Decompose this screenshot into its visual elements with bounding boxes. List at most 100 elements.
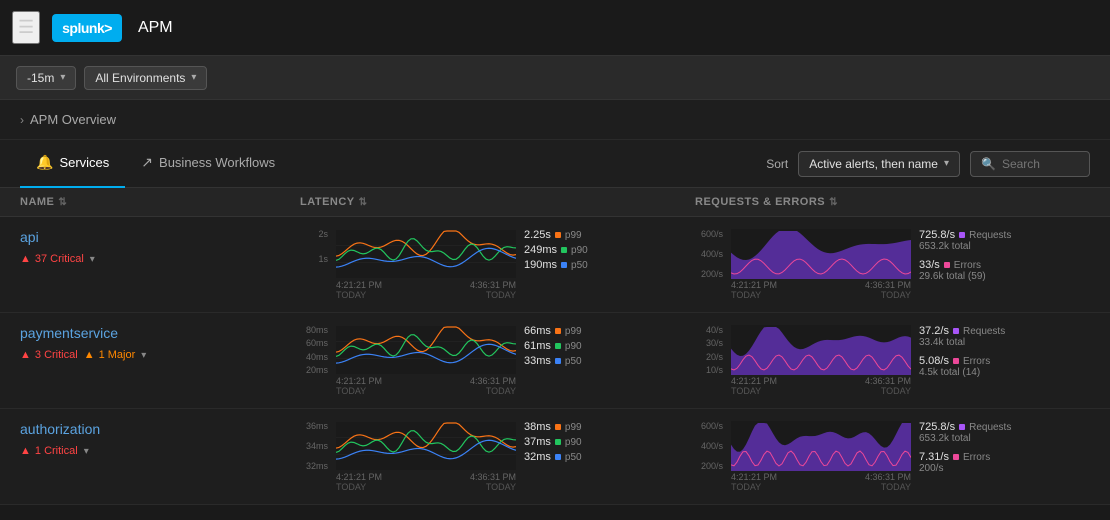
latency-x-axis: 4:21:21 PM4:36:31 PM xyxy=(336,472,516,482)
latency-col: 80ms60ms40ms20ms 4:21:21 PM4:36:31 PMTODA… xyxy=(300,325,695,396)
latency-chart-svg xyxy=(336,421,516,471)
service-name[interactable]: authorization xyxy=(20,421,300,437)
critical-icon: ▲ xyxy=(20,445,31,457)
metric-dot xyxy=(555,439,561,445)
breadcrumb: › APM Overview xyxy=(0,100,1110,140)
content-area: › APM Overview 🔔 Services ↗ Business Wor… xyxy=(0,100,1110,505)
col-header-latency: LATENCY ⇅ xyxy=(300,196,695,208)
breadcrumb-link[interactable]: APM Overview xyxy=(30,112,116,127)
table-row: api ▲ 37 Critical ▾ 2s1s4:21:21 PM4:36:31 PM… xyxy=(0,217,1110,313)
metric-row-p99: 66ms p99 xyxy=(524,325,604,337)
latency-values: 66ms p99 61ms p90 33ms p50 xyxy=(524,325,604,367)
metric-dot xyxy=(555,232,561,238)
sort-area: Sort Active alerts, then name ▾ 🔍 xyxy=(766,151,1090,177)
requests-chart-svg xyxy=(731,325,911,375)
latency-chart-wrapper: 4:21:21 PM4:36:31 PMTODAYTODAY xyxy=(336,421,516,492)
service-rows-container: api ▲ 37 Critical ▾ 2s1s4:21:21 PM4:36:31 PM… xyxy=(0,217,1110,505)
alerts-row: ▲ 3 Critical ▲1 Major ▾ xyxy=(20,349,300,361)
time-picker[interactable]: -15m ▾ xyxy=(16,66,76,90)
requests-values: 37.2/s Requests33.4k total5.08/s Errors4… xyxy=(919,325,1019,382)
toolbar: -15m ▾ All Environments ▾ xyxy=(0,56,1110,100)
services-tab-label: Services xyxy=(59,155,109,170)
sort-label: Sort xyxy=(766,157,788,171)
requests-col: 600/s400/s200/s 4:21:21 PM4:36:31 PMTODAY… xyxy=(695,421,1090,492)
environment-picker[interactable]: All Environments ▾ xyxy=(84,66,207,90)
latency-sort-icon: ⇅ xyxy=(359,197,368,208)
name-sort-icon: ⇅ xyxy=(58,197,67,208)
alert-count-major: 1 Major xyxy=(99,349,136,361)
alerts-row: ▲ 37 Critical ▾ xyxy=(20,253,300,265)
requests-chart-svg xyxy=(731,229,911,279)
app-title: APM xyxy=(138,19,173,37)
search-input[interactable] xyxy=(1002,157,1062,171)
critical-icon: ▲ xyxy=(20,349,31,361)
table-row: paymentservice ▲ 3 Critical ▲1 Major ▾ 80ms60… xyxy=(0,313,1110,409)
metric-row-p99: 2.25s p99 xyxy=(524,229,604,241)
alert-count-critical: 37 Critical xyxy=(35,253,84,265)
requests-chart-svg xyxy=(731,421,911,471)
latency-chart-svg xyxy=(336,229,516,279)
alerts-row: ▲ 1 Critical ▾ xyxy=(20,445,300,457)
requests-chart-wrapper: 4:21:21 PM4:36:31 PMTODAYTODAY xyxy=(731,421,911,492)
tab-services[interactable]: 🔔 Services xyxy=(20,140,125,188)
service-name[interactable]: api xyxy=(20,229,300,245)
requests-chart-wrapper: 4:21:21 PM4:36:31 PMTODAYTODAY xyxy=(731,229,911,300)
business-workflows-tab-label: Business Workflows xyxy=(159,155,275,170)
tab-business-workflows[interactable]: ↗ Business Workflows xyxy=(125,140,291,188)
latency-x-axis: 4:21:21 PM4:36:31 PM xyxy=(336,280,516,290)
col-header-requests: REQUESTS & ERRORS ⇅ xyxy=(695,196,1090,208)
search-icon: 🔍 xyxy=(981,157,996,171)
tab-bar: 🔔 Services ↗ Business Workflows Sort Act… xyxy=(0,140,1110,188)
app-header: ☰ splunk> APM xyxy=(0,0,1110,56)
latency-col: 2s1s4:21:21 PM4:36:31 PMTODAYTODAY2.25s … xyxy=(300,229,695,300)
col-header-name: NAME ⇅ xyxy=(20,196,300,208)
sort-value: Active alerts, then name xyxy=(809,157,938,171)
environment-chevron: ▾ xyxy=(191,72,196,83)
service-name[interactable]: paymentservice xyxy=(20,325,300,341)
metric-row-p50: 33ms p50 xyxy=(524,355,604,367)
search-box[interactable]: 🔍 xyxy=(970,151,1090,177)
time-picker-value: -15m xyxy=(27,71,54,85)
service-name-col: authorization ▲ 1 Critical ▾ xyxy=(20,421,300,457)
latency-chart-wrapper: 4:21:21 PM4:36:31 PMTODAYTODAY xyxy=(336,325,516,396)
latency-y-axis: 36ms34ms32ms xyxy=(300,421,328,471)
business-workflows-tab-icon: ↗ xyxy=(141,154,153,171)
latency-values: 38ms p9937ms p9032ms p50 xyxy=(524,421,604,463)
service-name-col: paymentservice ▲ 3 Critical ▲1 Major ▾ xyxy=(20,325,300,361)
requests-y-axis: 40/s30/s20/s10/s xyxy=(695,325,723,375)
hamburger-button[interactable]: ☰ xyxy=(12,11,40,44)
alert-dropdown-icon[interactable]: ▾ xyxy=(84,446,89,457)
requests-chart-wrapper: 4:21:21 PM4:36:31 PMTODAYTODAY xyxy=(731,325,911,396)
latency-y-axis: 80ms60ms40ms20ms xyxy=(300,325,328,375)
environment-value: All Environments xyxy=(95,71,185,85)
requests-sort-icon: ⇅ xyxy=(829,197,838,208)
metric-row-p50: 190ms p50 xyxy=(524,259,604,271)
alert-badge-critical: ▲ 37 Critical xyxy=(20,253,84,265)
critical-icon: ▲ xyxy=(20,253,31,265)
requests-y-axis: 600/s400/s200/s xyxy=(695,421,723,471)
latency-values: 2.25s p99249ms p90190ms p50 xyxy=(524,229,604,271)
metric-dot xyxy=(555,454,561,460)
alert-badge-major: ▲1 Major xyxy=(84,349,136,361)
latency-x-axis: 4:21:21 PM4:36:31 PM xyxy=(336,376,516,386)
metric-row-p99: 38ms p99 xyxy=(524,421,604,433)
alert-count-critical: 3 Critical xyxy=(35,349,78,361)
alert-badge-critical: ▲ 1 Critical xyxy=(20,445,78,457)
alert-count-critical: 1 Critical xyxy=(35,445,78,457)
metric-dot xyxy=(555,343,561,349)
metric-row-p50: 32ms p50 xyxy=(524,451,604,463)
metric-dot xyxy=(561,262,567,268)
alert-badge-critical: ▲ 3 Critical xyxy=(20,349,78,361)
sort-dropdown[interactable]: Active alerts, then name ▾ xyxy=(798,151,960,177)
alert-dropdown-icon[interactable]: ▾ xyxy=(90,254,95,265)
latency-chart-wrapper: 4:21:21 PM4:36:31 PMTODAYTODAY xyxy=(336,229,516,300)
requests-values: 725.8/s Requests653.2k total33/s Errors2… xyxy=(919,229,1019,286)
alert-dropdown-icon[interactable]: ▾ xyxy=(141,350,146,361)
requests-y-axis: 600/s400/s200/s xyxy=(695,229,723,279)
metric-dot xyxy=(555,424,561,430)
metric-row-p90: 61ms p90 xyxy=(524,340,604,352)
breadcrumb-chevron-icon: › xyxy=(20,113,24,127)
requests-col: 600/s400/s200/s 4:21:21 PM4:36:31 PMTODAY… xyxy=(695,229,1090,300)
table-row: authorization ▲ 1 Critical ▾ 36ms34ms32ms 4:2… xyxy=(0,409,1110,505)
metric-dot xyxy=(561,247,567,253)
